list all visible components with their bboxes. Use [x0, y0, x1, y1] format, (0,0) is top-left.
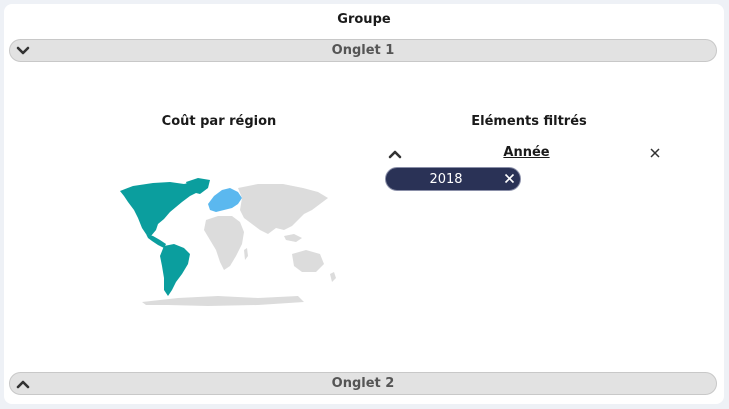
filter-panel-title: Eléments filtrés — [471, 114, 587, 129]
tab-onglet-1[interactable]: Onglet 1 — [9, 39, 717, 62]
remove-chip-icon[interactable] — [504, 173, 515, 184]
region-south-america[interactable] — [160, 244, 190, 296]
clear-filter-icon[interactable] — [649, 147, 661, 159]
region-antarctica[interactable] — [142, 296, 304, 306]
region-australia[interactable] — [292, 250, 324, 272]
tab-label: Onglet 1 — [331, 43, 395, 58]
region-sea-islands[interactable] — [284, 234, 302, 242]
region-asia[interactable] — [238, 184, 328, 234]
filter-field-row: Année — [384, 144, 669, 164]
region-europe[interactable] — [208, 188, 242, 212]
world-map[interactable] — [98, 174, 343, 309]
filter-chip-label: 2018 — [429, 172, 463, 187]
group-card: Groupe Onglet 1 Coût par région Eléments… — [4, 4, 724, 404]
region-central-america[interactable] — [146, 234, 166, 248]
tab-label: Onglet 2 — [331, 376, 395, 391]
filter-field-name[interactable]: Année — [384, 145, 669, 160]
map-panel-title: Coût par région — [161, 114, 277, 129]
region-madagascar[interactable] — [244, 248, 248, 260]
region-new-zealand[interactable] — [330, 272, 336, 282]
filter-chip[interactable]: 2018 — [385, 167, 521, 191]
region-africa[interactable] — [204, 216, 244, 270]
tab-onglet-2[interactable]: Onglet 2 — [9, 372, 717, 395]
group-title: Groupe — [337, 12, 391, 27]
